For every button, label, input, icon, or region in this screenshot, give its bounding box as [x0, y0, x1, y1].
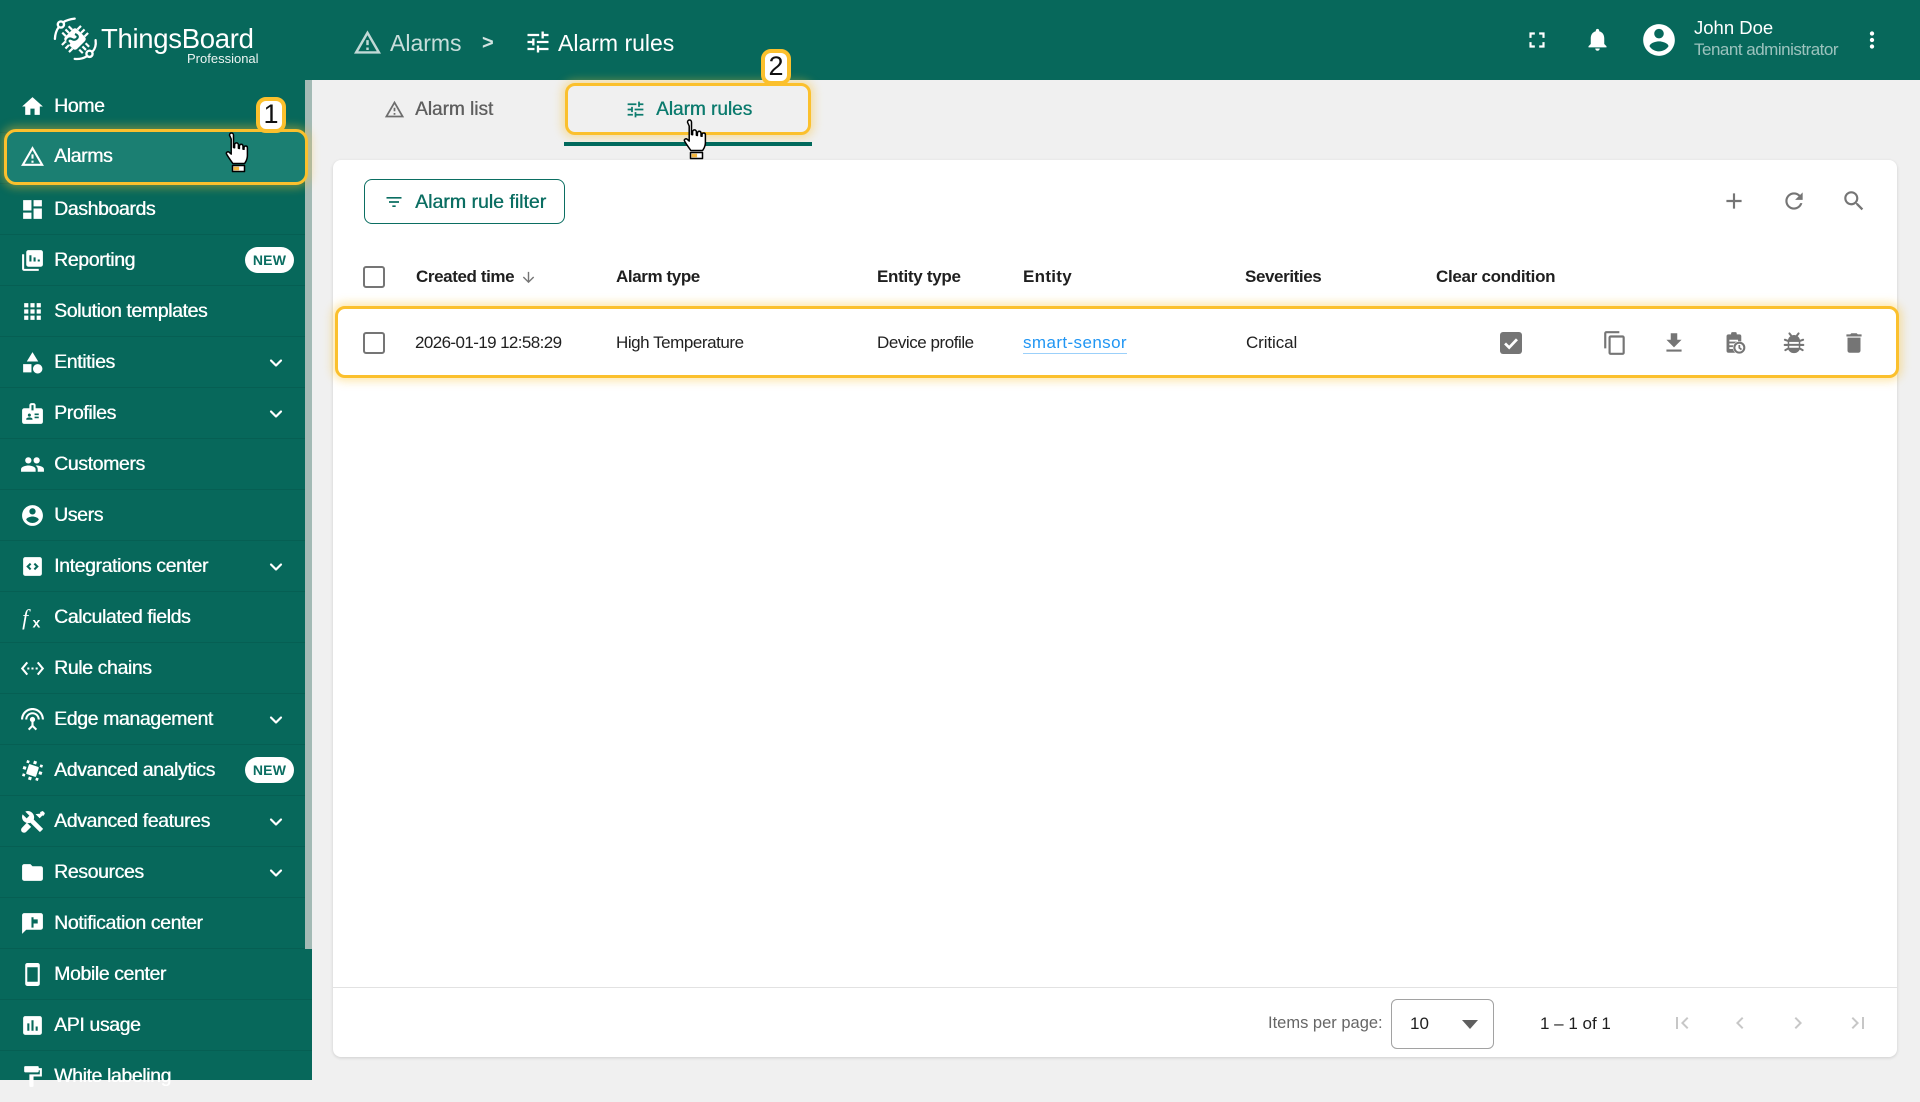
svg-text:x: x	[33, 614, 41, 630]
svg-text:f: f	[22, 605, 31, 629]
